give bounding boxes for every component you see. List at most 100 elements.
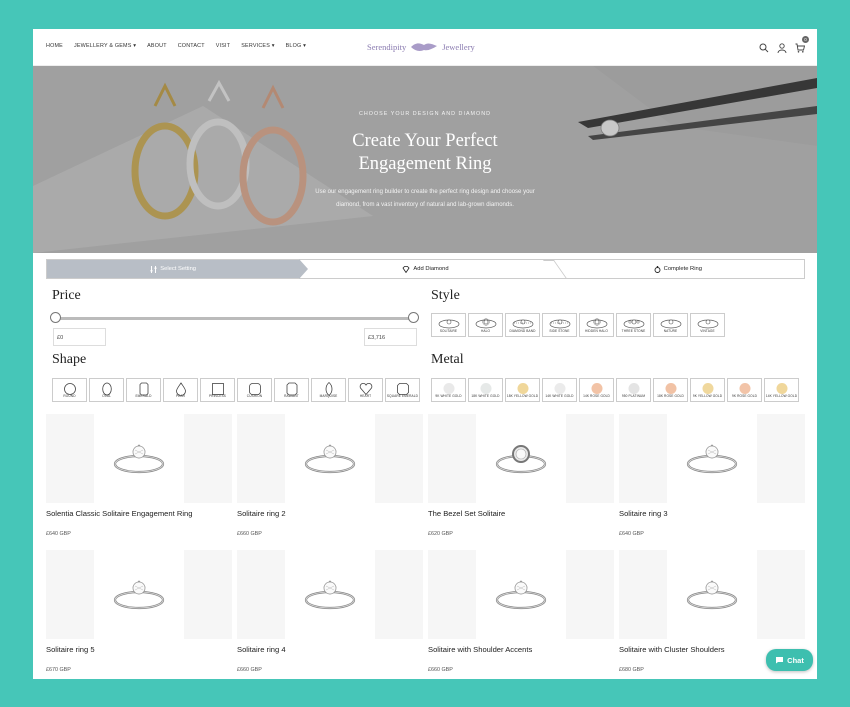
product-image[interactable] bbox=[46, 414, 232, 503]
metal-option-18k-white-gold[interactable]: 18K WHITE GOLD bbox=[468, 378, 503, 402]
shape-option-oval[interactable]: OVAL bbox=[89, 378, 124, 402]
style-option-three-stone[interactable]: THREE STONE bbox=[616, 313, 651, 337]
nav-item-about[interactable]: ABOUT bbox=[147, 43, 167, 49]
product-card[interactable]: Solitaire with Cluster Shoulders £680 GBP bbox=[619, 550, 805, 673]
shape-option-emerald[interactable]: EMERALD bbox=[126, 378, 161, 402]
style-option-nature[interactable]: NATURE bbox=[653, 313, 688, 337]
shape-option-marquise[interactable]: MARQUISE bbox=[311, 378, 346, 402]
product-card[interactable]: Solitaire ring 5 £670 GBP bbox=[46, 550, 232, 673]
metal-option-14k-rose-gold[interactable]: 14K ROSE GOLD bbox=[579, 378, 614, 402]
search-icon[interactable] bbox=[759, 40, 769, 53]
metal-swatch bbox=[665, 383, 676, 394]
metal-option-label: 14K WHITE GOLD bbox=[545, 394, 574, 398]
account-icon[interactable] bbox=[777, 40, 787, 54]
metal-option-9k-white-gold[interactable]: 9K WHITE GOLD bbox=[431, 378, 466, 402]
site-logo[interactable]: Serendipity Jewellery bbox=[367, 37, 487, 57]
metal-filter-title: Metal bbox=[431, 352, 464, 367]
product-name[interactable]: Solitaire with Cluster Shoulders bbox=[619, 645, 725, 654]
nav-item-home[interactable]: HOME bbox=[46, 43, 63, 49]
round-shape-icon bbox=[63, 383, 76, 395]
product-image[interactable] bbox=[619, 414, 805, 503]
metal-option-9k-yellow-gold[interactable]: 9K YELLOW GOLD bbox=[690, 378, 725, 402]
product-image[interactable] bbox=[237, 550, 423, 639]
nav-item-visit[interactable]: VISIT bbox=[216, 43, 230, 49]
product-name[interactable]: Solitaire ring 4 bbox=[237, 645, 286, 654]
price-slider-max-handle[interactable] bbox=[408, 312, 419, 323]
nav-item-services[interactable]: SERVICES ▾ bbox=[241, 43, 274, 49]
product-price: £660 GBP bbox=[237, 667, 262, 673]
price-slider[interactable] bbox=[50, 312, 419, 323]
product-image[interactable] bbox=[428, 414, 614, 503]
product-name[interactable]: Solitaire ring 5 bbox=[46, 645, 95, 654]
metal-option-label: 950 PLATINUM bbox=[621, 394, 646, 398]
price-max-field[interactable]: £3,716 bbox=[364, 328, 417, 346]
product-name[interactable]: The Bezel Set Solitaire bbox=[428, 509, 505, 518]
ring-product-icon bbox=[686, 580, 738, 610]
metal-swatch bbox=[517, 383, 528, 394]
product-card[interactable]: Solentia Classic Solitaire Engagement Ri… bbox=[46, 414, 232, 537]
metal-swatch bbox=[776, 383, 787, 394]
style-option-vintage[interactable]: VINTAGE bbox=[690, 313, 725, 337]
price-slider-min-handle[interactable] bbox=[50, 312, 61, 323]
product-name[interactable]: Solitaire ring 2 bbox=[237, 509, 286, 518]
metal-option-14k-white-gold[interactable]: 14K WHITE GOLD bbox=[542, 378, 577, 402]
metal-option-18k-yellow-gold[interactable]: 18K YELLOW GOLD bbox=[505, 378, 540, 402]
product-card[interactable]: Solitaire ring 2 £660 GBP bbox=[237, 414, 423, 537]
step-select-setting[interactable]: Select Setting bbox=[47, 259, 309, 279]
product-image[interactable] bbox=[619, 550, 805, 639]
metal-option-label: 18K WHITE GOLD bbox=[471, 394, 500, 398]
price-min-field[interactable]: £0 bbox=[53, 328, 106, 346]
shape-option-cushion[interactable]: CUSHION bbox=[237, 378, 272, 402]
ring-icon bbox=[654, 266, 661, 273]
product-image[interactable] bbox=[428, 550, 614, 639]
metal-swatch bbox=[739, 383, 750, 394]
metal-swatch bbox=[480, 383, 491, 394]
product-card[interactable]: Solitaire with Shoulder Accents £660 GBP bbox=[428, 550, 614, 673]
shape-option-heart[interactable]: HEART bbox=[348, 378, 383, 402]
shape-option-square-emerald[interactable]: SQUARE EMERALD bbox=[385, 378, 420, 402]
step-add-diamond[interactable]: Add Diamond bbox=[299, 260, 551, 278]
product-card[interactable]: The Bezel Set Solitaire £620 GBP bbox=[428, 414, 614, 537]
metal-option-14k-yellow-gold[interactable]: 14K YELLOW GOLD bbox=[764, 378, 799, 402]
metal-option-18k-rose-gold[interactable]: 18K ROSE GOLD bbox=[653, 378, 688, 402]
product-image[interactable] bbox=[237, 414, 423, 503]
shape-option-round[interactable]: ROUND bbox=[52, 378, 87, 402]
hero-subtitle-line2: diamond, from a vast inventory of natura… bbox=[336, 202, 514, 208]
nav-item-contact[interactable]: CONTACT bbox=[178, 43, 205, 49]
product-name[interactable]: Solitaire with Shoulder Accents bbox=[428, 645, 532, 654]
chat-button[interactable]: Chat bbox=[766, 649, 813, 671]
style-option-hidden-halo[interactable]: HIDDEN HALO bbox=[579, 313, 614, 337]
style-option-solitaire[interactable]: SOLITAIRE bbox=[431, 313, 466, 337]
style-option-diamond-band[interactable]: DIAMOND BAND bbox=[505, 313, 540, 337]
ring-style-icon bbox=[475, 318, 496, 329]
product-card[interactable]: Solitaire ring 3 £640 GBP bbox=[619, 414, 805, 537]
cushion-shape-icon bbox=[248, 383, 261, 395]
metal-option-950-platinum[interactable]: 950 PLATINUM bbox=[616, 378, 651, 402]
shape-option-princess[interactable]: PRINCESS bbox=[200, 378, 235, 402]
metal-option-9k-rose-gold[interactable]: 9K ROSE GOLD bbox=[727, 378, 762, 402]
nav-item-blog[interactable]: BLOG ▾ bbox=[286, 43, 306, 49]
style-option-label: NATURE bbox=[663, 329, 678, 333]
chat-bubble-icon bbox=[776, 657, 784, 664]
metal-swatch bbox=[591, 383, 602, 394]
product-name[interactable]: Solentia Classic Solitaire Engagement Ri… bbox=[46, 509, 192, 518]
oval-shape-icon bbox=[101, 382, 112, 396]
style-option-label: HALO bbox=[480, 329, 491, 333]
style-option-side-stone[interactable]: SIDE STONE bbox=[542, 313, 577, 337]
step-complete-ring[interactable]: Complete Ring bbox=[552, 260, 804, 278]
shape-option-pear[interactable]: PEAR bbox=[163, 378, 198, 402]
product-card[interactable]: Solitaire ring 4 £660 GBP bbox=[237, 550, 423, 673]
step-label: Complete Ring bbox=[663, 266, 702, 272]
marquise-shape-icon bbox=[325, 382, 332, 396]
cart-icon[interactable]: 0 bbox=[795, 36, 809, 53]
metal-swatch bbox=[554, 383, 565, 394]
step-label: Select Setting bbox=[160, 266, 197, 272]
shape-option-radiant[interactable]: RADIANT bbox=[274, 378, 309, 402]
style-option-halo[interactable]: HALO bbox=[468, 313, 503, 337]
price-filter-title: Price bbox=[52, 288, 81, 303]
logo-mark-icon bbox=[411, 43, 438, 51]
nav-item-jewellery-gems[interactable]: JEWELLERY & GEMS ▾ bbox=[74, 43, 136, 49]
ring-style-icon bbox=[660, 319, 681, 329]
product-name[interactable]: Solitaire ring 3 bbox=[619, 509, 668, 518]
product-image[interactable] bbox=[46, 550, 232, 639]
